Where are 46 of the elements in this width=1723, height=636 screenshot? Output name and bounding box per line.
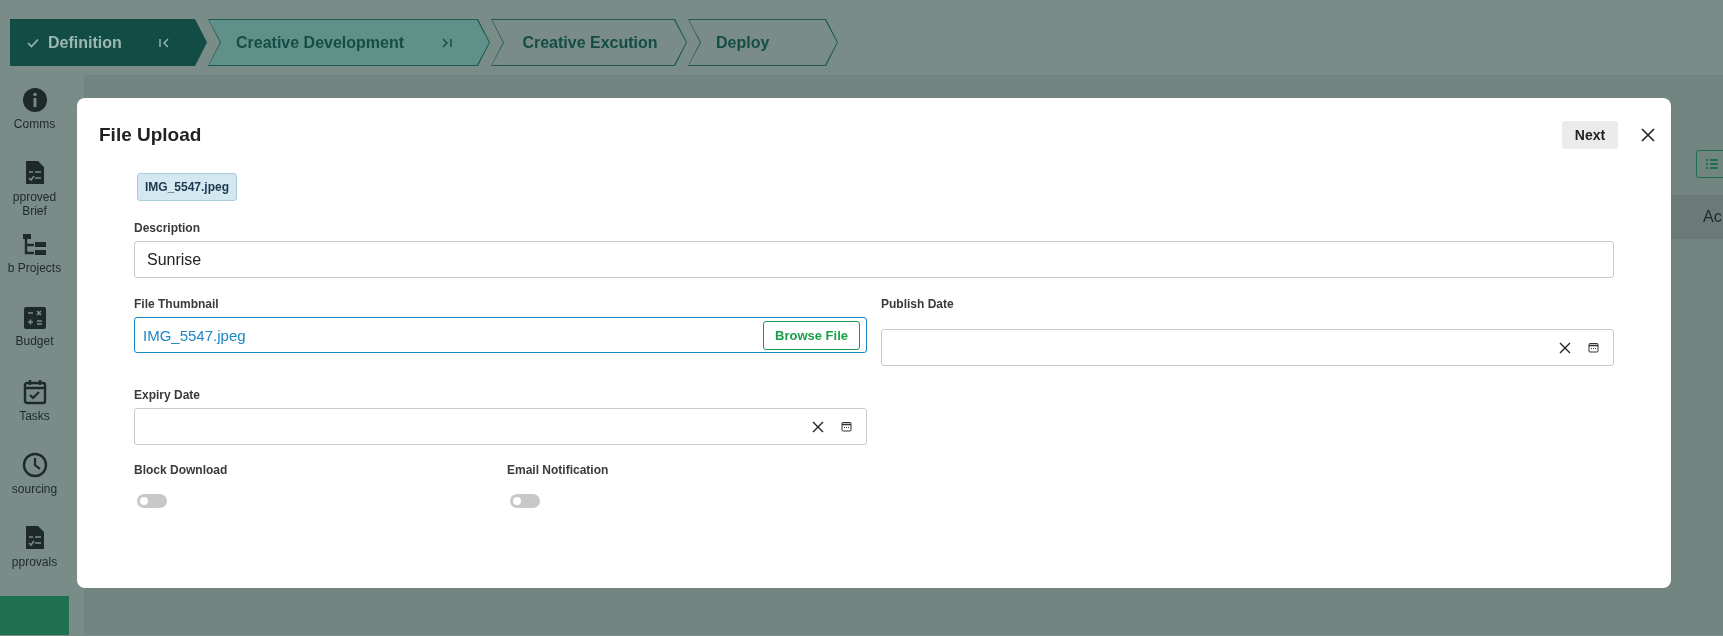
info-icon xyxy=(21,87,48,113)
date-field[interactable] xyxy=(881,329,1614,366)
sidebar-item[interactable]: b Projects xyxy=(0,233,69,307)
dialog-title: File Upload xyxy=(99,124,203,146)
checklist-document-icon xyxy=(23,525,46,552)
close-icon[interactable] xyxy=(1641,128,1655,142)
clear-icon[interactable] xyxy=(812,420,824,433)
collapse-left-icon[interactable] xyxy=(157,36,171,49)
browse-file-button[interactable]: Browse File xyxy=(763,320,860,350)
file-chip: IMG_5547.jpeg xyxy=(137,173,238,201)
sidebar-item[interactable]: pprovals xyxy=(0,525,69,599)
expand-right-icon[interactable] xyxy=(440,36,454,49)
list-view-button[interactable] xyxy=(1696,150,1723,178)
field-label: Expiry Date xyxy=(134,388,202,402)
field-label: File Thumbnail xyxy=(134,297,220,311)
sidebar-item[interactable] xyxy=(0,596,69,636)
calendar-icon[interactable] xyxy=(841,421,852,432)
hierarchy-icon xyxy=(21,233,48,258)
list-icon xyxy=(1704,158,1719,170)
clear-icon[interactable] xyxy=(1559,341,1571,354)
sidebar-item[interactable]: sourcing xyxy=(0,452,69,526)
sidebar-item[interactable]: pproved Brief xyxy=(0,160,69,234)
sidebar-item[interactable]: Tasks xyxy=(0,379,69,453)
calendar-icon[interactable] xyxy=(1588,342,1599,353)
sidebar-item[interactable]: Budget xyxy=(0,306,69,380)
column-heading: Ac xyxy=(1703,208,1723,226)
next-button[interactable]: Next xyxy=(1562,121,1618,149)
toggle-switch[interactable] xyxy=(137,494,167,508)
stepper-step[interactable]: Creative Development xyxy=(208,19,490,66)
stepper-step[interactable]: Definition xyxy=(10,19,207,66)
file-field[interactable]: IMG_5547.jpeg Browse File xyxy=(134,317,867,353)
calendar-check-icon xyxy=(22,379,47,406)
stepper-step[interactable]: Deploy xyxy=(688,19,838,66)
sidebar-item[interactable]: Comms xyxy=(0,87,69,160)
toggle-label: Email Notification xyxy=(507,463,610,477)
stepper-step[interactable]: Creative Excution xyxy=(491,19,687,66)
checklist-document-icon xyxy=(23,160,46,186)
field-label: Description xyxy=(134,221,201,235)
toggle-switch[interactable] xyxy=(510,494,540,508)
field-label: Publish Date xyxy=(881,297,955,311)
toggle-label: Block Download xyxy=(134,463,229,477)
check-icon xyxy=(26,36,40,49)
calculator-icon xyxy=(22,306,47,331)
clock-icon xyxy=(21,452,48,479)
description-field[interactable]: Sunrise xyxy=(134,241,1614,278)
date-field[interactable] xyxy=(134,408,867,445)
